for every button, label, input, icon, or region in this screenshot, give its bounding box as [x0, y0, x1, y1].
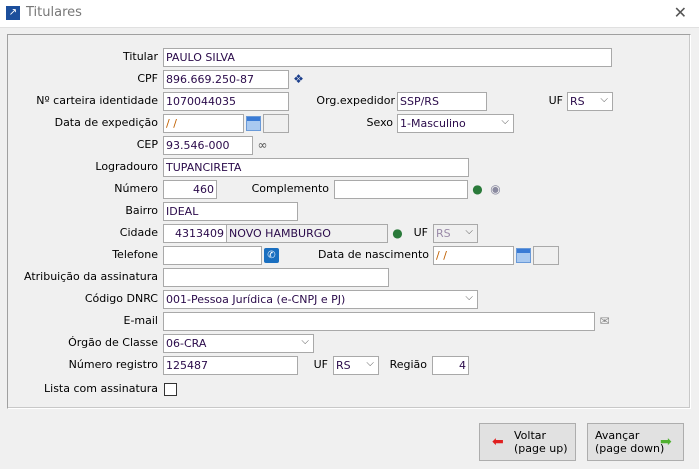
calendar-icon[interactable]: [516, 248, 531, 263]
codigo-dnrc-select[interactable]: 001-Pessoa Jurídica (e-CNPJ e PJ): [163, 290, 478, 309]
cidade-name-field: NOVO HAMBURGO: [226, 224, 388, 243]
avancar-button[interactable]: Avançar (page down) ➡: [587, 423, 684, 461]
codigo-dnrc-label: Código DNRC: [84, 292, 158, 305]
arrow-left-icon: ⬅: [492, 434, 504, 450]
receita-federal-icon[interactable]: ❖: [291, 72, 306, 87]
uf-registro-select[interactable]: RS: [333, 356, 379, 375]
avancar-label: Avançar (page down): [595, 429, 665, 455]
carteira-input[interactable]: 1070044035: [163, 92, 289, 111]
email-label: E-mail: [123, 314, 159, 327]
atribuicao-label: Atribuição da assinatura: [24, 270, 158, 283]
voltar-button[interactable]: ⬅ Voltar (page up): [479, 423, 576, 461]
uf-identidade-value: RS: [570, 95, 585, 108]
orgao-classe-select[interactable]: 06-CRA: [163, 334, 314, 353]
org-expedidor-label: Org.expedidor: [316, 94, 395, 107]
phone-icon[interactable]: ✆: [264, 248, 279, 263]
voltar-label: Voltar (page up): [514, 429, 568, 455]
title-bar: ↗ Titulares ✕: [0, 0, 699, 28]
titular-input[interactable]: PAULO SILVA: [163, 48, 612, 67]
app-icon: ↗: [6, 6, 20, 20]
email-input[interactable]: [163, 312, 595, 331]
window-title: Titulares: [26, 5, 82, 20]
titular-label: Titular: [122, 50, 158, 63]
arrow-right-icon: ➡: [660, 434, 672, 450]
data-nascimento-label: Data de nascimento: [317, 248, 429, 261]
numero-label: Número: [114, 182, 158, 195]
cpf-input[interactable]: 896.669.250-87: [163, 70, 289, 89]
data-expedicao-extra: [263, 114, 289, 133]
cidade-code-input[interactable]: 4313409: [163, 224, 227, 243]
lista-assinatura-label: Lista com assinatura: [44, 382, 158, 395]
uf-registro-label: UF: [313, 358, 328, 371]
compass-icon[interactable]: ◉: [488, 182, 503, 197]
calendar-icon[interactable]: [246, 116, 261, 131]
form-panel: [7, 34, 691, 409]
envelope-icon[interactable]: ✉: [597, 314, 612, 329]
uf-cidade-label: UF: [413, 226, 428, 239]
data-nascimento-input[interactable]: / /: [433, 246, 514, 265]
cidade-label: Cidade: [119, 226, 158, 239]
carteira-label: Nº carteira identidade: [36, 94, 158, 107]
uf-cidade-value: RS: [436, 227, 451, 240]
bairro-label: Bairro: [125, 204, 158, 217]
codigo-dnrc-value: 001-Pessoa Jurídica (e-CNPJ e PJ): [166, 293, 346, 306]
uf-cidade-select: RS: [433, 224, 478, 243]
complemento-label: Complemento: [251, 182, 329, 195]
orgao-classe-value: 06-CRA: [166, 337, 207, 350]
org-expedidor-input[interactable]: SSP/RS: [397, 92, 487, 111]
logradouro-label: Logradouro: [95, 160, 158, 173]
globe-icon[interactable]: ●: [470, 182, 485, 197]
numero-input[interactable]: 460: [163, 180, 217, 199]
regiao-label: Região: [389, 358, 427, 371]
telefone-label: Telefone: [112, 248, 158, 261]
close-button[interactable]: ✕: [674, 3, 687, 22]
bairro-input[interactable]: IDEAL: [163, 202, 298, 221]
sexo-label: Sexo: [366, 116, 393, 129]
cep-label: CEP: [136, 138, 158, 151]
binoculars-icon[interactable]: ∞: [255, 138, 270, 153]
numero-registro-label: Número registro: [68, 358, 158, 371]
data-expedicao-input[interactable]: / /: [163, 114, 244, 133]
logradouro-input[interactable]: TUPANCIRETA: [163, 158, 469, 177]
telefone-input[interactable]: [163, 246, 262, 265]
globe-icon[interactable]: ●: [390, 226, 405, 241]
complemento-input[interactable]: [334, 180, 468, 199]
regiao-input[interactable]: 4: [432, 356, 469, 375]
atribuicao-input[interactable]: [163, 268, 389, 287]
numero-registro-input[interactable]: 125487: [163, 356, 298, 375]
uf-registro-value: RS: [336, 359, 351, 372]
uf-identidade-select[interactable]: RS: [567, 92, 613, 111]
data-expedicao-label: Data de expedição: [54, 116, 158, 129]
cep-input[interactable]: 93.546-000: [163, 136, 253, 155]
sexo-select[interactable]: 1-Masculino: [397, 114, 514, 133]
orgao-classe-label: Órgão de Classe: [68, 336, 158, 349]
uf-identidade-label: UF: [548, 94, 563, 107]
lista-assinatura-checkbox[interactable]: [164, 383, 177, 396]
cpf-label: CPF: [137, 72, 158, 85]
data-nascimento-extra: [533, 246, 559, 265]
sexo-value: 1-Masculino: [400, 117, 466, 130]
